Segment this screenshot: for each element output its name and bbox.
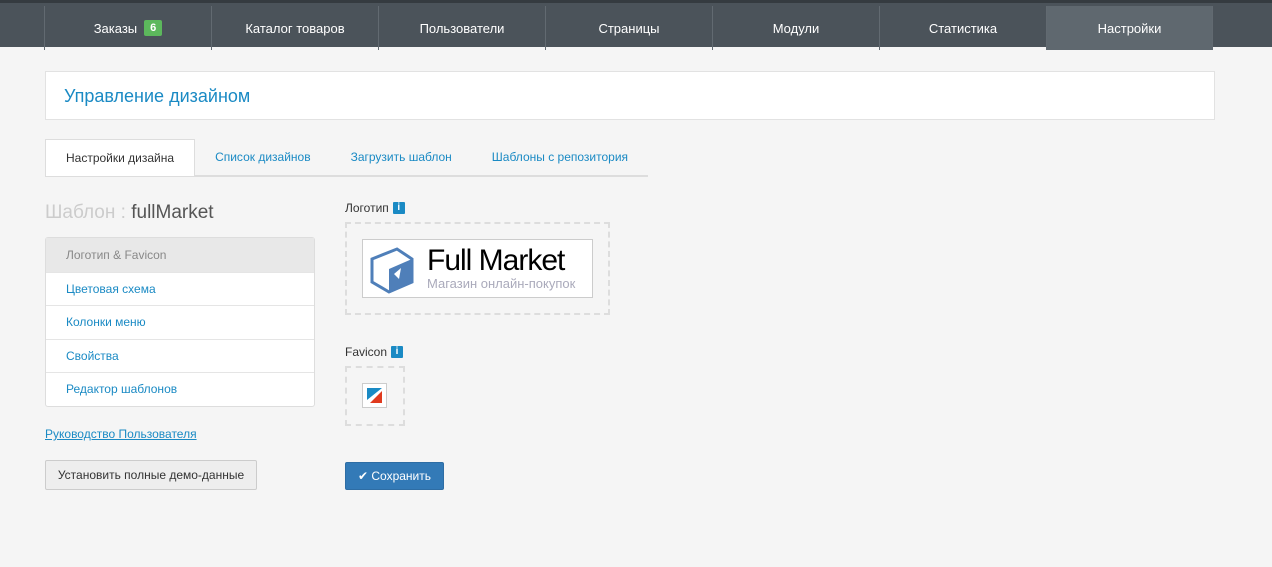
- nav-settings[interactable]: Настройки: [1046, 6, 1213, 50]
- favicon-label: Favicon i: [345, 345, 404, 359]
- nav-statistics[interactable]: Статистика: [879, 6, 1046, 50]
- save-button[interactable]: ✔ Сохранить: [345, 462, 444, 490]
- menu-columns[interactable]: Колонки меню: [46, 305, 314, 339]
- tab-upload-template[interactable]: Загрузить шаблон: [330, 139, 472, 176]
- nav-users[interactable]: Пользователи: [378, 6, 545, 50]
- tab-design-settings[interactable]: Настройки дизайна: [45, 139, 196, 176]
- template-name: fullMarket: [131, 202, 214, 223]
- logo-label-text: Логотип: [345, 201, 389, 215]
- favicon-label-text: Favicon: [345, 345, 388, 359]
- nav-modules[interactable]: Модули: [712, 6, 879, 50]
- logo-subtitle: Магазин онлайн-покупок: [427, 276, 576, 291]
- logo-label: Логотип i: [345, 201, 405, 215]
- info-icon[interactable]: i: [391, 346, 404, 358]
- menu-properties[interactable]: Свойства: [46, 338, 314, 373]
- logo-title: Full Market: [427, 244, 565, 277]
- tab-repo-templates[interactable]: Шаблоны с репозитория: [471, 139, 649, 176]
- menu-color-scheme[interactable]: Цветовая схема: [46, 271, 314, 306]
- user-guide-link[interactable]: Руководство Пользователя: [45, 427, 197, 441]
- menu-logo-favicon[interactable]: Логотип & Favicon: [46, 238, 314, 272]
- menu-template-editor[interactable]: Редактор шаблонов: [46, 372, 314, 406]
- nav-orders[interactable]: Заказы 6: [44, 6, 211, 50]
- check-icon: ✔: [357, 469, 369, 483]
- top-navigation: Заказы 6 Каталог товаров Пользователи Стр…: [0, 0, 1272, 50]
- info-icon[interactable]: i: [392, 202, 405, 214]
- nav-pages[interactable]: Страницы: [545, 6, 712, 50]
- nav-label: Заказы: [93, 20, 138, 36]
- template-label: Шаблон :: [45, 202, 126, 223]
- nav-catalog[interactable]: Каталог товаров: [211, 6, 378, 50]
- logo-image: Full Market Магазин онлайн-покупок: [362, 239, 593, 298]
- tabs: Настройки дизайна Список дизайнов Загруз…: [45, 139, 649, 177]
- tab-design-list[interactable]: Список дизайнов: [195, 139, 331, 176]
- page-title: Управление дизайном: [45, 71, 1215, 120]
- template-heading: Шаблон : fullMarket: [45, 202, 214, 224]
- favicon-image: [362, 383, 387, 408]
- favicon-icon: [367, 388, 382, 403]
- install-demo-button[interactable]: Установить полные демо-данные: [45, 460, 257, 490]
- save-label: Сохранить: [371, 469, 432, 483]
- side-menu: Логотип & Favicon Цветовая схема Колонки…: [45, 237, 315, 407]
- orders-badge: 6: [144, 20, 163, 36]
- box-logo-icon: [370, 246, 414, 294]
